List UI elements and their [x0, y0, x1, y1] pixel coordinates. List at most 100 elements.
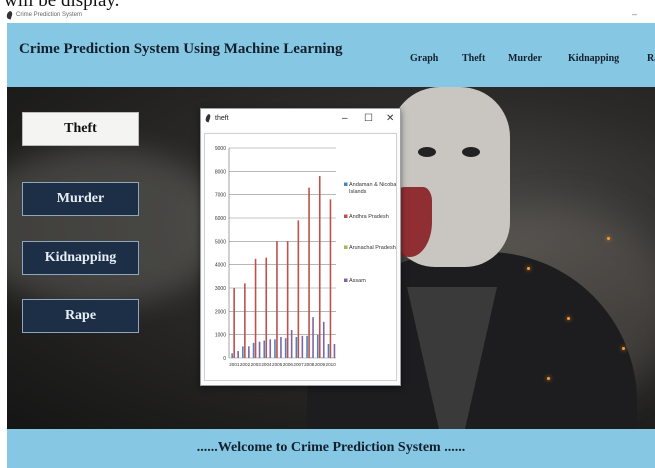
nav-rape[interactable]: Ra	[647, 53, 655, 64]
nav-kidnapping[interactable]: Kidnapping	[568, 53, 619, 64]
x-tick-label: 2006	[283, 362, 294, 367]
x-tick-label: 2002	[240, 362, 251, 367]
legend-label: Andaman & Nicobar Islands	[349, 182, 396, 195]
bar-2006-1	[286, 241, 289, 358]
theft-bar-chart: 0 1000 2000 3000 4000 5000 6000 7000 8000 9000 200…	[215, 146, 396, 367]
bar-2008-1	[308, 187, 310, 358]
feather-icon	[204, 113, 212, 123]
bar-2004-3	[269, 339, 272, 358]
bar-2007-1	[297, 220, 300, 358]
y-tick-label: 9000	[215, 146, 226, 152]
bar-2005-0	[274, 339, 276, 358]
maximize-button[interactable]: ☐	[364, 113, 373, 124]
x-tick-label: 2001	[229, 362, 240, 367]
window-titlebar: Crime Prediction System –	[5, 9, 652, 23]
ember	[567, 317, 570, 320]
bar-2010-0	[327, 344, 330, 358]
bar-2004-0	[263, 340, 266, 358]
minimize-button[interactable]: –	[632, 9, 637, 19]
y-tick-label: 3000	[215, 286, 226, 292]
bar-2005-1	[276, 241, 278, 358]
legend-label: Arunachal Pradesh	[349, 245, 396, 251]
bar-2009-2	[320, 357, 323, 358]
legend-swatch	[344, 182, 348, 186]
bar-2005-2	[278, 357, 280, 358]
bar-2001-3	[237, 351, 239, 358]
bar-2001-0	[231, 353, 233, 358]
bar-2003-0	[252, 342, 255, 358]
legend-label: Andhra Pradesh	[349, 214, 389, 220]
bar-2002-1	[244, 283, 246, 358]
bar-2003-2	[256, 357, 259, 358]
legend-label: Assam	[349, 278, 366, 284]
legend-swatch	[344, 214, 348, 218]
x-tick-label: 2003	[251, 362, 262, 367]
legend-swatch	[344, 245, 348, 249]
ember	[607, 237, 610, 240]
bar-2010-3	[333, 344, 336, 358]
sidebar-murder-button[interactable]: Murder	[22, 182, 139, 216]
bar-2003-3	[258, 341, 261, 358]
bar-2006-3	[290, 330, 293, 358]
nav-murder[interactable]: Murder	[508, 53, 542, 64]
bar-2009-1	[318, 176, 321, 358]
bar-2007-3	[301, 335, 304, 358]
feather-icon	[5, 10, 14, 20]
popup-titlebar[interactable]: theft – ☐ ✕	[201, 109, 400, 131]
y-tick-label: 8000	[215, 169, 226, 175]
app-header: Crime Prediction System Using Machine Le…	[7, 23, 655, 87]
smoke	[7, 147, 227, 307]
app-title: Crime Prediction System Using Machine Le…	[19, 41, 343, 57]
mask-eye	[418, 147, 436, 157]
legend-swatch	[344, 278, 348, 282]
sidebar-kidnapping-button[interactable]: Kidnapping	[22, 241, 139, 275]
y-tick-label: 5000	[215, 239, 226, 245]
bar-2006-2	[288, 357, 291, 358]
popup-title: theft	[215, 115, 229, 122]
minimize-button[interactable]: –	[342, 113, 348, 124]
nav-theft[interactable]: Theft	[462, 53, 485, 64]
x-tick-label: 2010	[326, 362, 337, 367]
sidebar-theft-button[interactable]: Theft	[22, 112, 139, 146]
bar-2008-3	[312, 317, 314, 358]
bar-2010-2	[331, 357, 334, 358]
bar-2002-3	[248, 346, 250, 358]
bar-2001-1	[233, 288, 235, 358]
bar-2008-0	[306, 335, 308, 358]
mask-eye	[462, 147, 480, 157]
bar-2007-2	[299, 357, 302, 358]
y-tick-label: 6000	[215, 216, 226, 222]
ember	[527, 267, 530, 270]
bar-2002-0	[242, 346, 244, 358]
theft-chart-window[interactable]: theft – ☐ ✕ 0 1000 2000 3000 4000 5000 6000 700…	[200, 108, 401, 386]
x-tick-label: 2005	[272, 362, 283, 367]
x-tick-label: 2008	[304, 362, 315, 367]
x-tick-label: 2007	[293, 362, 304, 367]
bar-2008-2	[310, 357, 312, 358]
y-tick-label: 2000	[215, 309, 226, 315]
y-tick-label: 7000	[215, 193, 226, 199]
bar-2003-1	[254, 258, 257, 358]
bar-2005-3	[280, 337, 282, 358]
sidebar-rape-button[interactable]: Rape	[22, 299, 139, 333]
bar-2007-0	[295, 337, 298, 358]
app-footer: ......Welcome to Crime Prediction System…	[7, 429, 655, 468]
window-title: Crime Prediction System	[16, 12, 83, 18]
x-tick-label: 2004	[261, 362, 272, 367]
close-button[interactable]: ✕	[386, 113, 394, 124]
nav-graph[interactable]: Graph	[410, 53, 438, 64]
bar-2004-2	[267, 357, 270, 358]
welcome-message: ......Welcome to Crime Prediction System…	[196, 440, 466, 455]
chart-area: 0 1000 2000 3000 4000 5000 6000 7000 8000 9000 200…	[204, 133, 397, 381]
bar-2006-0	[284, 338, 287, 358]
y-tick-label: 1000	[215, 333, 226, 339]
x-tick-label: 2009	[315, 362, 326, 367]
bar-2004-1	[265, 257, 268, 358]
bar-2009-0	[316, 334, 319, 358]
ember	[622, 347, 625, 350]
bar-2010-1	[329, 199, 332, 358]
ember	[547, 377, 550, 380]
bar-2009-3	[322, 321, 325, 358]
y-tick-label: 4000	[215, 263, 226, 269]
y-tick-label: 0	[223, 356, 226, 362]
